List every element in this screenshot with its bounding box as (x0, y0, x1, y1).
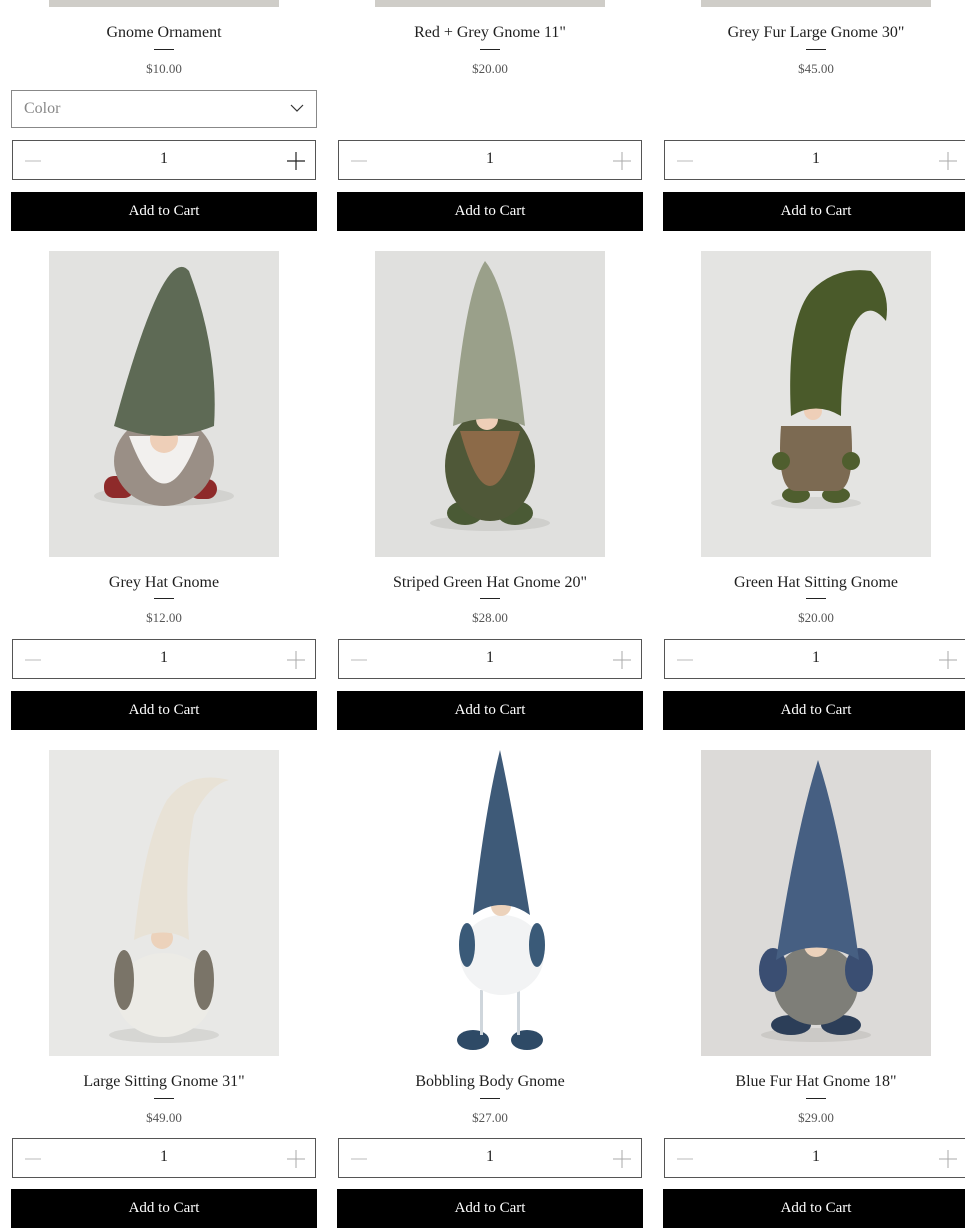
product-price: $45.00 (798, 61, 834, 76)
product-image[interactable] (375, 251, 605, 557)
minus-icon[interactable] (25, 652, 41, 668)
product-title[interactable]: Gnome Ornament (11, 23, 317, 43)
quantity-stepper[interactable]: 1 (664, 1138, 965, 1178)
add-to-cart-button[interactable]: Add to Cart (337, 691, 643, 730)
minus-icon[interactable] (351, 1151, 367, 1167)
chevron-down-icon (290, 104, 304, 112)
product-image[interactable] (375, 0, 605, 7)
quantity-value[interactable]: 1 (379, 649, 601, 667)
product-price: $20.00 (798, 610, 834, 625)
minus-icon[interactable] (677, 1151, 693, 1167)
quantity-value[interactable]: 1 (705, 649, 927, 667)
quantity-stepper[interactable]: 1 (664, 639, 965, 679)
product-image[interactable] (375, 750, 605, 1056)
gnome-photo (49, 750, 279, 1056)
minus-icon[interactable] (25, 153, 41, 169)
product-title[interactable]: Large Sitting Gnome 31" (11, 1072, 317, 1092)
plus-icon[interactable] (939, 152, 957, 170)
plus-icon[interactable] (613, 651, 631, 669)
add-to-cart-button[interactable]: Add to Cart (337, 192, 643, 231)
product-price: $28.00 (472, 610, 508, 625)
title-divider (154, 49, 174, 50)
title-divider (480, 49, 500, 50)
title-divider (480, 598, 500, 599)
product-price: $27.00 (472, 1110, 508, 1125)
product-title[interactable]: Green Hat Sitting Gnome (663, 573, 965, 593)
plus-icon[interactable] (939, 1150, 957, 1168)
color-select-placeholder: Color (24, 100, 61, 117)
product-image[interactable] (49, 750, 279, 1056)
gnome-photo (375, 251, 605, 557)
gnome-photo (375, 750, 605, 1056)
product-title[interactable]: Red + Grey Gnome 11" (337, 23, 643, 43)
quantity-stepper[interactable]: 1 (664, 140, 965, 180)
minus-icon[interactable] (25, 1151, 41, 1167)
quantity-value[interactable]: 1 (379, 150, 601, 168)
product-image[interactable] (49, 0, 279, 7)
title-divider (154, 598, 174, 599)
product-image[interactable] (701, 750, 931, 1056)
quantity-value[interactable]: 1 (379, 1148, 601, 1166)
product-price: $29.00 (798, 1110, 834, 1125)
plus-icon[interactable] (287, 651, 305, 669)
title-divider (806, 598, 826, 599)
add-to-cart-button[interactable]: Add to Cart (663, 192, 965, 231)
product-title[interactable]: Blue Fur Hat Gnome 18" (663, 1072, 965, 1092)
title-divider (480, 1098, 500, 1099)
quantity-value[interactable]: 1 (705, 1148, 927, 1166)
gnome-photo (701, 750, 931, 1056)
product-image[interactable] (701, 0, 931, 7)
product-price: $49.00 (146, 1110, 182, 1125)
quantity-stepper[interactable]: 1 (12, 639, 316, 679)
quantity-stepper[interactable]: 1 (12, 140, 316, 180)
product-title[interactable]: Grey Fur Large Gnome 30" (663, 23, 965, 43)
minus-icon[interactable] (677, 652, 693, 668)
plus-icon[interactable] (939, 651, 957, 669)
product-title[interactable]: Bobbling Body Gnome (337, 1072, 643, 1092)
plus-icon[interactable] (287, 1150, 305, 1168)
add-to-cart-button[interactable]: Add to Cart (663, 1189, 965, 1228)
plus-icon[interactable] (287, 152, 305, 170)
add-to-cart-button[interactable]: Add to Cart (663, 691, 965, 730)
quantity-stepper[interactable]: 1 (338, 140, 642, 180)
title-divider (806, 1098, 826, 1099)
gnome-photo (49, 251, 279, 557)
plus-icon[interactable] (613, 152, 631, 170)
add-to-cart-button[interactable]: Add to Cart (11, 192, 317, 231)
product-price: $12.00 (146, 610, 182, 625)
add-to-cart-button[interactable]: Add to Cart (337, 1189, 643, 1228)
quantity-stepper[interactable]: 1 (338, 1138, 642, 1178)
quantity-value[interactable]: 1 (705, 150, 927, 168)
title-divider (154, 1098, 174, 1099)
product-title[interactable]: Striped Green Hat Gnome 20" (337, 573, 643, 593)
quantity-value[interactable]: 1 (53, 649, 275, 667)
minus-icon[interactable] (351, 652, 367, 668)
product-price: $20.00 (472, 61, 508, 76)
add-to-cart-button[interactable]: Add to Cart (11, 1189, 317, 1228)
product-title[interactable]: Grey Hat Gnome (11, 573, 317, 593)
minus-icon[interactable] (677, 153, 693, 169)
quantity-stepper[interactable]: 1 (12, 1138, 316, 1178)
quantity-value[interactable]: 1 (53, 150, 275, 168)
add-to-cart-button[interactable]: Add to Cart (11, 691, 317, 730)
quantity-value[interactable]: 1 (53, 1148, 275, 1166)
product-image[interactable] (49, 251, 279, 557)
gnome-photo (701, 251, 931, 557)
quantity-stepper[interactable]: 1 (338, 639, 642, 679)
product-image[interactable] (701, 251, 931, 557)
title-divider (806, 49, 826, 50)
minus-icon[interactable] (351, 153, 367, 169)
color-select[interactable]: Color (11, 90, 317, 128)
product-price: $10.00 (146, 61, 182, 76)
plus-icon[interactable] (613, 1150, 631, 1168)
